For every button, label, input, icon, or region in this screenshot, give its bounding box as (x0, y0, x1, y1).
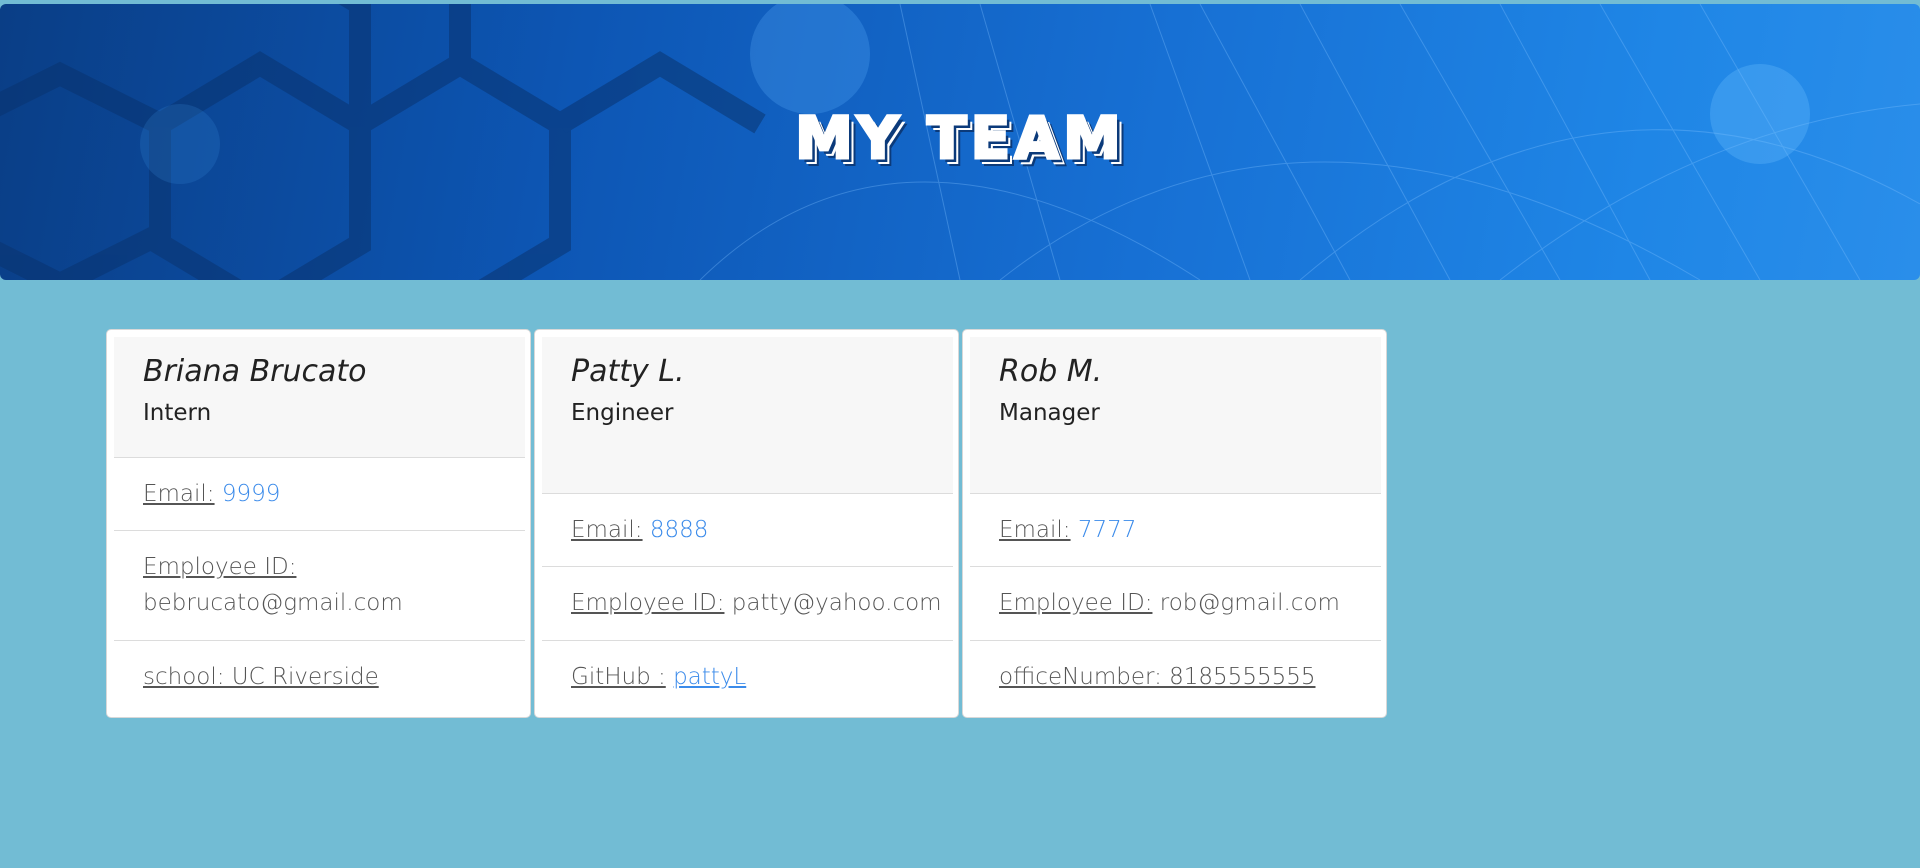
employee-card-intern: Briana Brucato Intern Email: 9999 Employ… (106, 329, 531, 718)
employee-card-manager: Rob M. Manager Email: 7777 Employee ID: … (962, 329, 1387, 718)
employee-role: Intern (143, 400, 212, 426)
employee-id-label[interactable]: Employee ID: (143, 554, 296, 580)
employee-name: Rob M. (999, 354, 1103, 389)
office-number-label[interactable]: officeNumber: 8185555555 (999, 664, 1316, 690)
employee-role: Engineer (571, 400, 674, 426)
email-value: 8888 (649, 517, 709, 543)
email-value: 9999 (221, 481, 281, 507)
employee-id-value: rob@gmail.com (1159, 590, 1340, 616)
email-row: Email: 9999 (114, 458, 525, 531)
email-label[interactable]: Email: (143, 481, 215, 507)
school-row: school: UC Riverside (114, 641, 525, 711)
employee-name: Patty L. (571, 354, 685, 389)
employee-id-row: Employee ID: rob@gmail.com (970, 567, 1381, 641)
email-label[interactable]: Email: (571, 517, 643, 543)
employee-role: Manager (999, 400, 1100, 426)
github-label: GitHub : (571, 664, 666, 690)
header-banner: MY TEAM (0, 4, 1920, 280)
email-label[interactable]: Email: (999, 517, 1071, 543)
employee-id-value: bebrucato@gmail.com (143, 590, 403, 616)
card-header: Patty L. Engineer (542, 337, 953, 494)
employee-id-row: Employee ID: bebrucato@gmail.com (114, 531, 525, 641)
employee-id-label[interactable]: Employee ID: (571, 590, 724, 616)
email-value: 7777 (1077, 517, 1137, 543)
page-title: MY TEAM (794, 103, 1125, 174)
card-header: Briana Brucato Intern (114, 337, 525, 458)
github-row: GitHub : pattyL (542, 641, 953, 711)
school-label[interactable]: school: UC Riverside (143, 664, 379, 690)
employee-id-row: Employee ID: patty@yahoo.com (542, 567, 953, 641)
email-row: Email: 7777 (970, 494, 1381, 567)
office-number-row: officeNumber: 8185555555 (970, 641, 1381, 711)
employee-id-label[interactable]: Employee ID: (999, 590, 1152, 616)
email-row: Email: 8888 (542, 494, 953, 567)
employee-id-value: patty@yahoo.com (731, 590, 942, 616)
card-header: Rob M. Manager (970, 337, 1381, 494)
github-link[interactable]: pattyL (673, 664, 746, 690)
employee-name: Briana Brucato (143, 354, 367, 389)
employee-card-engineer: Patty L. Engineer Email: 8888 Employee I… (534, 329, 959, 718)
